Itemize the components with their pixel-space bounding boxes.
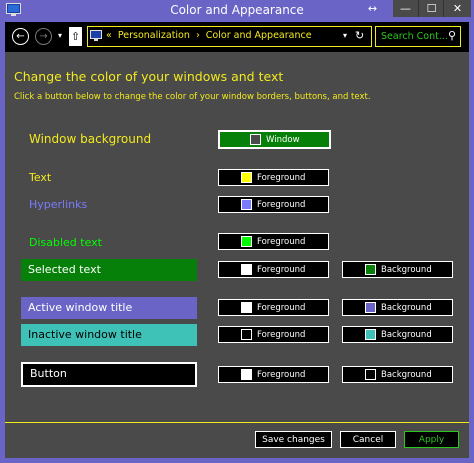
inactive-title-background-swatch — [365, 329, 376, 340]
active-title-foreground-label: Foreground — [257, 302, 306, 313]
button-foreground-swatch — [241, 369, 252, 380]
disabled-text-foreground-button[interactable]: Foreground — [218, 233, 329, 250]
inactive-title-foreground-label: Foreground — [257, 329, 306, 340]
selected-text-background-swatch — [365, 264, 376, 275]
save-changes-button[interactable]: Save changes — [255, 431, 332, 448]
client-area: Change the color of your windows and tex… — [5, 52, 469, 458]
breadcrumb-color-appearance[interactable]: Color and Appearance — [206, 30, 312, 41]
up-button[interactable]: ⇧ — [69, 27, 82, 46]
apply-button[interactable]: Apply — [404, 431, 459, 448]
search-icon[interactable]: ⚲ — [448, 29, 456, 42]
text-foreground-button[interactable]: Foreground — [218, 169, 329, 186]
selected-text-foreground-button[interactable]: Foreground — [218, 261, 329, 278]
button-preview: Button — [21, 362, 197, 387]
disabled-text-foreground-label: Foreground — [257, 236, 306, 247]
title-bar: Color and Appearance ↔ — ☐ ✕ — [0, 0, 474, 22]
maximize-button[interactable]: ☐ — [418, 0, 444, 17]
breadcrumb: « Personalization › Color and Appearance — [106, 30, 312, 41]
active-title-background-swatch — [365, 302, 376, 313]
disabled-text-label: Disabled text — [29, 236, 102, 249]
text-foreground-label: Foreground — [257, 172, 306, 183]
disabled-text-foreground-swatch — [241, 236, 252, 247]
refresh-icon[interactable]: ↻ — [355, 29, 364, 42]
breadcrumb-personalization[interactable]: Personalization — [118, 30, 190, 41]
selected-text-preview: Selected text — [21, 259, 197, 281]
active-title-foreground-swatch — [241, 302, 252, 313]
window-background-label: Window background — [29, 132, 152, 146]
button-foreground-label: Foreground — [257, 369, 306, 380]
navigation-bar: ← → ▾ ⇧ « Personalization › Color and Ap… — [5, 22, 469, 52]
active-title-background-button[interactable]: Background — [342, 299, 453, 316]
address-dropdown-icon[interactable]: ▾ — [343, 31, 347, 40]
inactive-title-background-button[interactable]: Background — [342, 326, 453, 343]
snap-arrows-icon[interactable]: ↔ — [360, 0, 385, 17]
selected-text-background-button[interactable]: Background — [342, 261, 453, 278]
hyperlinks-foreground-swatch — [241, 199, 252, 210]
window-swatch — [250, 134, 261, 145]
active-title-background-label: Background — [381, 302, 432, 313]
forward-button[interactable]: → — [35, 28, 52, 45]
close-button[interactable]: ✕ — [443, 0, 471, 17]
button-background-label: Background — [381, 369, 432, 380]
search-box[interactable]: Search Cont... ⚲ — [375, 26, 461, 47]
active-title-label: Active window title — [28, 301, 133, 314]
page-title: Change the color of your windows and tex… — [14, 69, 284, 84]
hyperlinks-foreground-button[interactable]: Foreground — [218, 196, 329, 213]
button-background-button[interactable]: Background — [342, 366, 453, 383]
color-appearance-window: Color and Appearance ↔ — ☐ ✕ ← → ▾ ⇧ « P… — [0, 0, 474, 463]
selected-text-label: Selected text — [28, 263, 101, 276]
active-title-foreground-button[interactable]: Foreground — [218, 299, 329, 316]
address-bar[interactable]: « Personalization › Color and Appearance… — [87, 26, 372, 47]
window-button-label: Window — [266, 134, 300, 145]
button-background-swatch — [365, 369, 376, 380]
breadcrumb-overflow[interactable]: « — [106, 30, 112, 41]
inactive-title-foreground-button[interactable]: Foreground — [218, 326, 329, 343]
search-input[interactable]: Search Cont... — [381, 31, 448, 42]
active-title-preview: Active window title — [21, 297, 197, 319]
dialog-footer: Save changes Cancel Apply — [5, 423, 469, 458]
selected-text-foreground-swatch — [241, 264, 252, 275]
button-foreground-button[interactable]: Foreground — [218, 366, 329, 383]
inactive-title-background-label: Background — [381, 329, 432, 340]
button-label: Button — [30, 367, 67, 380]
control-panel-icon — [90, 30, 102, 41]
breadcrumb-separator[interactable]: › — [196, 30, 200, 41]
text-label: Text — [29, 171, 52, 184]
text-foreground-swatch — [241, 172, 252, 183]
content-pane: Change the color of your windows and tex… — [5, 52, 469, 423]
cancel-button[interactable]: Cancel — [340, 431, 396, 448]
recent-pages-dropdown[interactable]: ▾ — [58, 31, 62, 40]
inactive-title-preview: Inactive window title — [21, 324, 197, 346]
selected-text-foreground-label: Foreground — [257, 264, 306, 275]
hyperlinks-foreground-label: Foreground — [257, 199, 306, 210]
hyperlinks-label: Hyperlinks — [29, 198, 88, 211]
page-instructions: Click a button below to change the color… — [14, 92, 371, 102]
minimize-button[interactable]: — — [393, 0, 418, 17]
back-button[interactable]: ← — [12, 28, 29, 45]
selected-text-background-label: Background — [381, 264, 432, 275]
window-color-button[interactable]: Window — [218, 130, 331, 149]
inactive-title-foreground-swatch — [241, 329, 252, 340]
inactive-title-label: Inactive window title — [28, 328, 142, 341]
